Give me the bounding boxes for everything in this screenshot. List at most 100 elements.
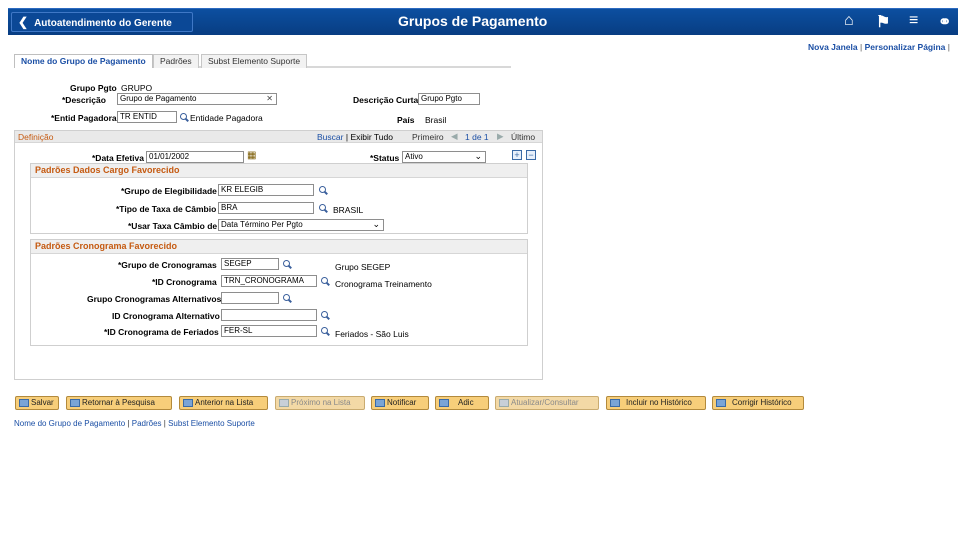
update-label: Atualizar/Consultar <box>511 398 579 407</box>
back-button[interactable]: ❮ Autoatendimento do Gerente <box>11 12 193 32</box>
next-in-list-button[interactable]: Próximo na Lista <box>275 396 365 410</box>
bottom-link-nome-grupo[interactable]: Nome do Grupo de Pagamento <box>14 419 125 428</box>
save-icon <box>19 399 29 407</box>
taxa-desc: BRASIL <box>333 205 364 215</box>
elegibilidade-input[interactable]: KR ELEGIB <box>218 184 314 196</box>
history-icon <box>610 399 620 407</box>
notify-icon <box>375 399 385 407</box>
feriados-label: *ID Cronograma de Feriados <box>104 327 219 337</box>
data-efetiva-label: *Data Efetiva <box>92 153 144 163</box>
grupo-cronogramas-desc: Grupo SEGEP <box>335 262 391 272</box>
search-icon[interactable] <box>320 326 330 336</box>
page-counter: 1 de 1 <box>465 132 489 142</box>
pais-label: País <box>397 115 415 125</box>
separator: | <box>127 419 130 428</box>
save-label: Salvar <box>31 398 54 407</box>
usar-label: *Usar Taxa Câmbio de <box>128 221 218 231</box>
correct-history-button[interactable]: Corrigir Histórico <box>712 396 804 410</box>
previous-in-list-button[interactable]: Anterior na Lista <box>179 396 268 410</box>
descricao-value: Grupo de Pagamento <box>120 94 197 103</box>
return-label: Retornar à Pesquisa <box>82 398 155 407</box>
separator: | <box>163 419 166 428</box>
add-button[interactable]: Adic <box>435 396 489 410</box>
grupo-cronogramas-input[interactable]: SEGEP <box>221 258 279 270</box>
compass-icon[interactable]: ⚭ <box>938 12 951 32</box>
tab-padroes[interactable]: Padrões <box>153 54 199 68</box>
chevron-left-icon: ❮ <box>18 15 29 29</box>
left-margin <box>0 0 9 547</box>
taxa-input[interactable]: BRA <box>218 202 314 214</box>
id-cronograma-label: *ID Cronograma <box>152 277 217 287</box>
tab-bar: Nome do Grupo de Pagamento Padrões Subst… <box>14 54 511 68</box>
feriados-input[interactable]: FER-SL <box>221 325 317 337</box>
prev-arrow-icon[interactable]: ◀ <box>451 131 458 142</box>
usar-value: Data Término Per Pgto <box>221 220 303 229</box>
entid-desc: Entidade Pagadora <box>190 113 263 123</box>
alt-grupo-input[interactable] <box>221 292 279 304</box>
header-bar: ❮ Autoatendimento do Gerente Grupos de Pa… <box>8 8 958 35</box>
descricao-input[interactable]: Grupo de Pagamento ✕ <box>117 93 277 105</box>
entid-input[interactable]: TR ENTID <box>117 111 177 123</box>
new-window-link[interactable]: Nova Janela <box>808 42 858 52</box>
find-link[interactable]: Buscar <box>317 132 343 142</box>
last-label: Último <box>511 132 536 142</box>
remove-row-icon[interactable]: − <box>526 150 536 160</box>
next-label: Próximo na Lista <box>291 398 351 407</box>
personalize-link[interactable]: Personalizar Página <box>865 42 946 52</box>
notify-label: Notificar <box>387 398 417 407</box>
next-arrow-icon[interactable]: ▶ <box>497 131 504 142</box>
return-to-search-button[interactable]: Retornar à Pesquisa <box>66 396 172 410</box>
flag-icon[interactable]: ⚑ <box>876 12 890 32</box>
entid-label: *Entid Pagadora <box>51 113 117 123</box>
clear-icon[interactable]: ✕ <box>266 94 273 104</box>
view-all-link[interactable]: Exibir Tudo <box>350 132 393 142</box>
bottom-link-padroes[interactable]: Padrões <box>132 419 162 428</box>
alt-id-input[interactable] <box>221 309 317 321</box>
cronograma-title: Padrões Cronograma Favorecido <box>31 240 527 254</box>
chevron-down-icon: ⌄ <box>474 151 482 161</box>
descricao-curta-label: Descrição Curta <box>353 95 419 105</box>
notify-button[interactable]: Notificar <box>371 396 429 410</box>
search-icon[interactable] <box>320 276 330 286</box>
search-icon[interactable] <box>318 185 328 195</box>
update-icon <box>499 399 509 407</box>
correct-history-label: Corrigir Histórico <box>732 398 792 407</box>
add-row-icon[interactable]: + <box>512 150 522 160</box>
search-icon[interactable] <box>318 203 328 213</box>
search-icon[interactable] <box>179 112 189 122</box>
tab-nome-grupo[interactable]: Nome do Grupo de Pagamento <box>14 54 153 68</box>
include-history-button[interactable]: Incluir no Histórico <box>606 396 706 410</box>
id-cronograma-input[interactable]: TRN_CRONOGRAMA <box>221 275 317 287</box>
cargo-title: Padrões Dados Cargo Favorecido <box>31 164 527 178</box>
data-efetiva-input[interactable]: 01/01/2002 <box>146 151 244 163</box>
page-title: Grupos de Pagamento <box>398 13 548 29</box>
elegibilidade-label: *Grupo de Elegibilidade <box>121 186 217 196</box>
grupo-pgto-label: Grupo Pgto <box>70 83 117 93</box>
save-button[interactable]: Salvar <box>15 396 59 410</box>
feriados-desc: Feriados - São Luis <box>335 329 409 339</box>
menu-icon[interactable]: ≡ <box>909 12 918 30</box>
next-icon <box>279 399 289 407</box>
home-icon[interactable]: ⌂ <box>844 12 854 30</box>
add-label: Adic <box>458 398 474 407</box>
top-links: Nova Janela | Personalizar Página | <box>808 42 950 52</box>
grupo-pgto-value: GRUPO <box>121 83 153 93</box>
status-select[interactable]: Ativo ⌄ <box>402 151 486 163</box>
grupo-cronogramas-label: *Grupo de Cronogramas <box>118 260 217 270</box>
bottom-link-subst[interactable]: Subst Elemento Suporte <box>168 419 255 428</box>
status-value: Ativo <box>405 152 423 161</box>
taxa-label: *Tipo de Taxa de Câmbio <box>116 204 217 214</box>
return-icon <box>70 399 80 407</box>
previous-icon <box>183 399 193 407</box>
search-icon[interactable] <box>320 310 330 320</box>
tab-subst-elemento[interactable]: Subst Elemento Suporte <box>201 54 308 68</box>
separator: | <box>860 42 863 52</box>
descricao-curta-input[interactable]: Grupo Pgto <box>418 93 480 105</box>
search-icon[interactable] <box>282 293 292 303</box>
calendar-icon[interactable]: ▦ <box>247 150 256 161</box>
status-label: *Status <box>370 153 400 163</box>
usar-select[interactable]: Data Término Per Pgto ⌄ <box>218 219 384 231</box>
search-icon[interactable] <box>282 259 292 269</box>
definicao-title: Definição <box>18 132 54 142</box>
update-display-button[interactable]: Atualizar/Consultar <box>495 396 599 410</box>
